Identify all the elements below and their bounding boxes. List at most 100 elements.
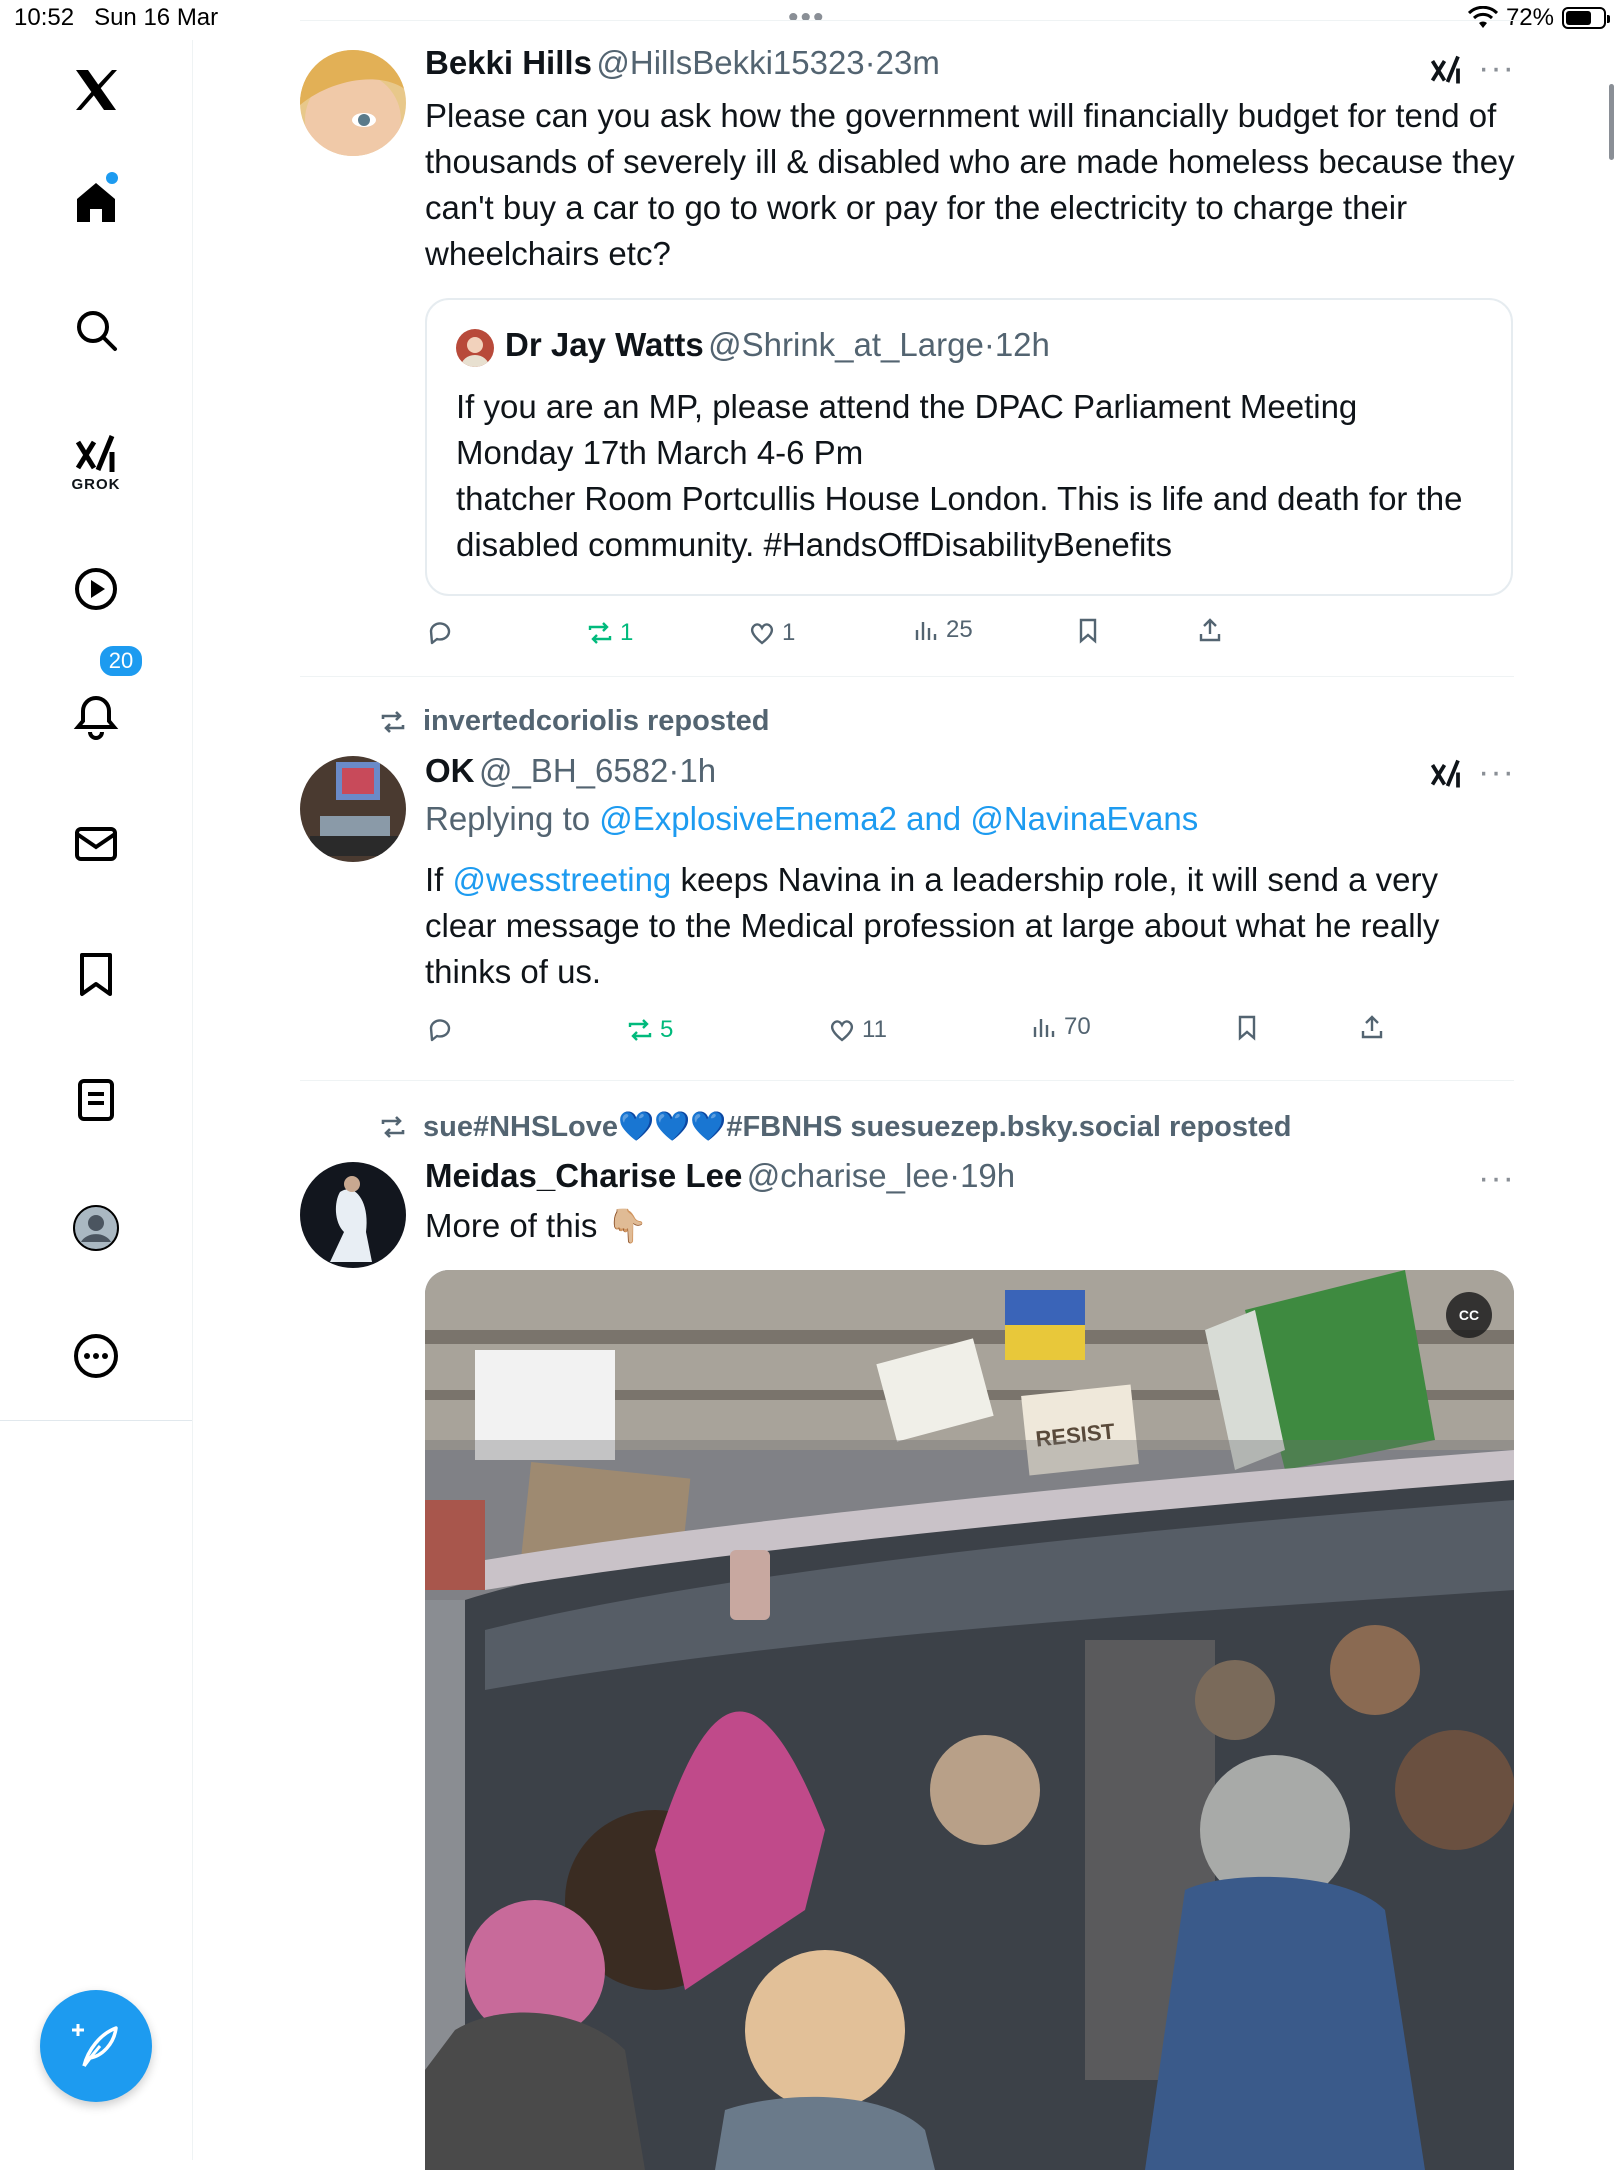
views-count: 70 (1064, 1013, 1091, 1040)
bookmark-button[interactable] (1233, 1013, 1261, 1041)
share-button[interactable] (1196, 616, 1224, 644)
like-button[interactable]: 1 (748, 619, 795, 647)
home-unread-dot (106, 172, 118, 184)
tweet-time[interactable]: 23m (876, 44, 940, 81)
tweet-text: More of this 👇🏼 (425, 1207, 648, 1244)
reply-icon (429, 1019, 451, 1042)
multitasking-dots-icon[interactable]: ••• (788, 3, 826, 33)
repost-button[interactable]: 1 (586, 619, 633, 647)
bookmark-icon (1079, 618, 1097, 644)
tweet-time[interactable]: 1h (679, 752, 716, 789)
heart-icon (750, 623, 774, 645)
heart-icon (830, 1020, 854, 1042)
more-icon (74, 1334, 118, 1378)
repost-count: 1 (620, 619, 634, 646)
more-options-icon[interactable]: ··· (1478, 51, 1515, 85)
like-count: 1 (782, 619, 796, 646)
replying-prefix: Replying to (425, 800, 591, 837)
bookmark-icon (1238, 1015, 1256, 1041)
video-player[interactable]: RESIST CC (425, 1270, 1514, 2170)
lists-icon (78, 1079, 114, 1121)
repost-button[interactable]: 5 (626, 1016, 673, 1044)
replying-to: Replying to @ExplosiveEnema2 and @Navina… (425, 800, 1198, 838)
repost-icon (588, 622, 612, 644)
scrollbar[interactable] (1609, 84, 1614, 160)
compose-icon (72, 2024, 118, 2068)
author-name[interactable]: Bekki Hills (425, 44, 592, 81)
quote-header: Dr Jay Watts @Shrink_at_Large·12h (505, 326, 1050, 364)
video-thumbnail: RESIST (425, 1270, 1514, 2170)
top-divider (300, 20, 1520, 21)
replying-to-users[interactable]: @ExplosiveEnema2 and @NavinaEvans (599, 800, 1198, 837)
author-name[interactable]: OK (425, 752, 475, 789)
more-options-icon[interactable]: ··· (1478, 755, 1515, 789)
separator: · (668, 752, 680, 789)
grok-icon[interactable] (1428, 52, 1464, 93)
tweet-header: OK @_BH_6582·1h (425, 752, 716, 790)
closed-captions-button[interactable]: CC (1446, 1292, 1492, 1338)
mention-link[interactable]: @wesstreeting (453, 861, 672, 898)
sidebar-item-search[interactable] (62, 296, 130, 364)
reposted-by: invertedcoriolis reposted (423, 705, 770, 737)
grok-label: GROK (71, 476, 121, 493)
tweet-header: Meidas_Charise Lee @charise_lee·19h (425, 1157, 1015, 1195)
like-count: 11 (862, 1016, 887, 1043)
author-handle[interactable]: @_BH_6582 (479, 752, 668, 789)
views-icon (1033, 1019, 1055, 1037)
sidebar-item-more[interactable] (62, 1322, 130, 1390)
avatar-ok[interactable] (300, 756, 406, 862)
wifi-icon (1467, 6, 1498, 28)
status-time-date: 10:52 Sun 16 Mar (14, 4, 218, 32)
avatar-dr-jay-watts (456, 329, 494, 367)
quote-author-name: Dr Jay Watts (505, 326, 704, 363)
views-count: 25 (946, 616, 973, 643)
sidebar-item-home[interactable] (62, 168, 130, 236)
tweet-text: Please can you ask how the government wi… (425, 97, 1515, 272)
sidebar-item-messages[interactable] (62, 810, 130, 878)
views-icon (915, 622, 937, 640)
sidebar-item-bookmarks[interactable] (62, 940, 130, 1008)
quote-line-1: If you are an MP, please attend the DPAC… (456, 388, 1358, 425)
more-options-icon[interactable]: ··· (1478, 1161, 1515, 1195)
grok-icon[interactable] (1428, 756, 1464, 797)
author-handle[interactable]: @HillsBekki15323 (596, 44, 864, 81)
sidebar-item-video[interactable] (62, 555, 130, 623)
sidebar-divider (0, 1420, 192, 1421)
tweet-time[interactable]: 19h (960, 1157, 1015, 1194)
compose-button[interactable] (40, 1990, 152, 2102)
repost-indicator[interactable]: invertedcoriolis reposted (377, 705, 770, 738)
tweet-divider (300, 676, 1514, 677)
messages-icon (75, 827, 117, 861)
status-time: 10:52 (14, 4, 75, 31)
quote-line-3: thatcher Room Portcullis House London. T… (456, 480, 1463, 563)
notifications-icon (73, 695, 119, 740)
views-button[interactable]: 25 (912, 616, 973, 644)
separator: · (949, 1157, 961, 1194)
bookmark-button[interactable] (1074, 616, 1102, 644)
profile-icon (73, 1205, 119, 1251)
share-button[interactable] (1358, 1013, 1386, 1041)
share-icon (1361, 1015, 1383, 1039)
sidebar-item-notifications[interactable] (62, 682, 130, 750)
bookmarks-icon (80, 953, 112, 996)
avatar-bekki-hills[interactable] (300, 50, 406, 156)
reply-button[interactable] (425, 619, 459, 647)
repost-icon (381, 710, 405, 733)
author-handle[interactable]: @charise_lee (747, 1157, 949, 1194)
like-button[interactable]: 11 (828, 1016, 887, 1044)
sidebar-item-profile[interactable] (62, 1194, 130, 1262)
repost-icon (628, 1019, 652, 1041)
avatar-meidas-charise-lee[interactable] (300, 1162, 406, 1268)
text-prefix: If (425, 861, 444, 898)
repost-indicator[interactable]: sue#NHSLove💙💙💙#FBNHS suesuezep.bsky.soci… (377, 1110, 1292, 1144)
reply-button[interactable] (425, 1016, 459, 1044)
quote-author-handle: @Shrink_at_Large (708, 326, 984, 363)
share-icon (1199, 618, 1221, 642)
separator: · (864, 44, 876, 81)
quote-text: If you are an MP, please attend the DPAC… (456, 384, 1486, 568)
battery-icon (1562, 7, 1610, 29)
x-logo-icon[interactable] (62, 56, 130, 124)
author-name[interactable]: Meidas_Charise Lee (425, 1157, 742, 1194)
sidebar-item-lists[interactable] (62, 1066, 130, 1134)
views-button[interactable]: 70 (1030, 1013, 1091, 1041)
